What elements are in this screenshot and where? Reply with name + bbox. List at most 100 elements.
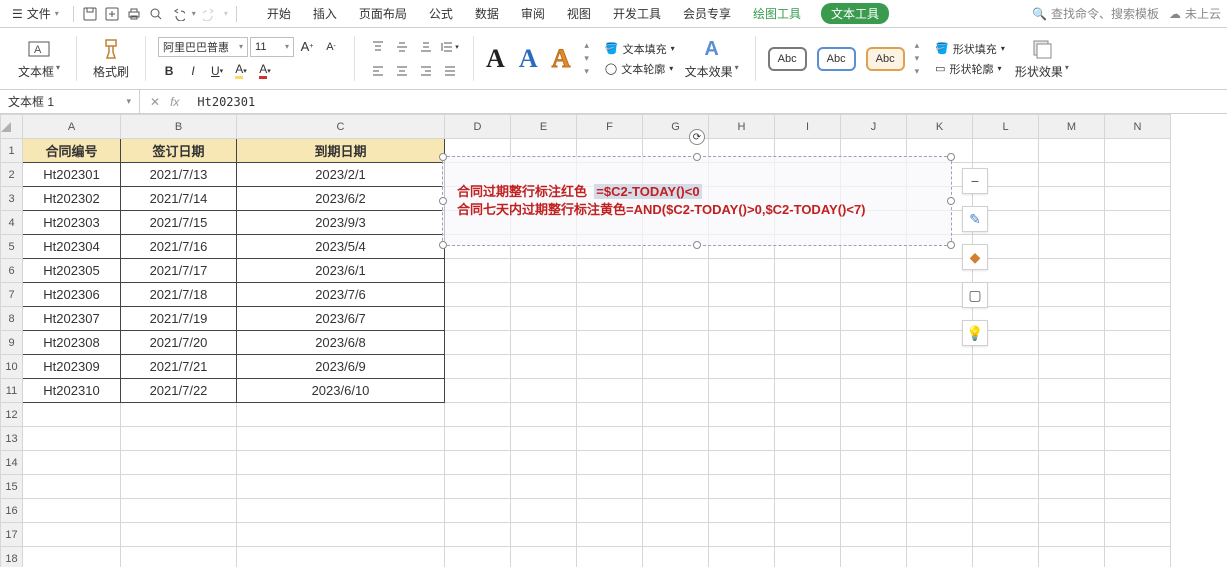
cell[interactable] [841, 307, 907, 331]
cell[interactable] [511, 307, 577, 331]
cell[interactable] [841, 403, 907, 427]
cell[interactable] [445, 307, 511, 331]
text-outline-button[interactable]: ◯文本轮廓▾ [605, 61, 675, 77]
undo-dropdown[interactable]: ▾ [192, 9, 196, 18]
fill-tool[interactable]: ◆ [962, 244, 988, 270]
minus-tool[interactable]: − [962, 168, 988, 194]
cell[interactable]: 2021/7/20 [121, 331, 237, 355]
cell[interactable] [775, 259, 841, 283]
column-header[interactable]: L [973, 115, 1039, 139]
tab-member[interactable]: 会员专享 [681, 3, 733, 24]
cell[interactable] [907, 379, 973, 403]
cell[interactable]: 2021/7/21 [121, 355, 237, 379]
cloud-status[interactable]: ☁ 未上云 [1169, 5, 1221, 22]
cell[interactable] [775, 379, 841, 403]
cancel-icon[interactable]: ✕ [150, 95, 160, 109]
tab-insert[interactable]: 插入 [311, 3, 339, 24]
shape-style-2[interactable]: Abc [817, 47, 856, 71]
column-header[interactable]: B [121, 115, 237, 139]
row-header[interactable]: 5 [1, 235, 23, 259]
row-header[interactable]: 8 [1, 307, 23, 331]
cell[interactable] [577, 331, 643, 355]
redo-icon[interactable] [202, 6, 218, 22]
cell[interactable] [1039, 475, 1105, 499]
cell[interactable] [577, 523, 643, 547]
cell[interactable] [709, 475, 775, 499]
redo-dropdown[interactable]: ▾ [224, 9, 228, 18]
cell[interactable] [775, 307, 841, 331]
cell[interactable] [577, 451, 643, 475]
cell[interactable] [775, 355, 841, 379]
cell[interactable] [237, 451, 445, 475]
cell[interactable] [907, 355, 973, 379]
cell[interactable] [1039, 547, 1105, 567]
cell[interactable] [709, 331, 775, 355]
tab-review[interactable]: 审阅 [519, 3, 547, 24]
cell[interactable]: 2021/7/22 [121, 379, 237, 403]
column-header[interactable]: K [907, 115, 973, 139]
row-header[interactable]: 14 [1, 451, 23, 475]
row-header[interactable]: 18 [1, 547, 23, 567]
print-icon[interactable] [126, 6, 142, 22]
cell[interactable] [907, 475, 973, 499]
cell[interactable] [1039, 499, 1105, 523]
column-header[interactable]: N [1105, 115, 1171, 139]
cell[interactable]: 2023/6/8 [237, 331, 445, 355]
cell[interactable] [775, 475, 841, 499]
cell[interactable] [23, 523, 121, 547]
cell[interactable] [237, 523, 445, 547]
cell[interactable] [1039, 427, 1105, 451]
cell[interactable] [577, 307, 643, 331]
fx-icon[interactable]: fx [170, 95, 179, 109]
tab-text-tools[interactable]: 文本工具 [821, 3, 889, 24]
cell[interactable] [445, 451, 511, 475]
row-header[interactable]: 9 [1, 331, 23, 355]
cell[interactable] [1105, 139, 1171, 163]
cell[interactable] [121, 451, 237, 475]
name-box[interactable]: 文本框 1 ▾ [0, 90, 140, 113]
cell[interactable]: 2021/7/15 [121, 211, 237, 235]
cell[interactable]: 2023/6/2 [237, 187, 445, 211]
search-box[interactable]: 🔍 查找命令、搜索模板 [1032, 5, 1159, 22]
cell[interactable]: Ht202310 [23, 379, 121, 403]
cell[interactable] [973, 451, 1039, 475]
row-header[interactable]: 17 [1, 523, 23, 547]
cell[interactable]: 到期日期 [237, 139, 445, 163]
cell[interactable] [841, 475, 907, 499]
tab-formula[interactable]: 公式 [427, 3, 455, 24]
row-header[interactable]: 7 [1, 283, 23, 307]
cell[interactable] [775, 331, 841, 355]
cell[interactable] [907, 451, 973, 475]
cell[interactable] [1105, 355, 1171, 379]
align-middle-icon[interactable] [391, 37, 413, 57]
cell[interactable] [445, 283, 511, 307]
cell[interactable] [23, 499, 121, 523]
wordart-style-1[interactable]: A [486, 44, 505, 74]
cell[interactable]: 2023/7/6 [237, 283, 445, 307]
cell[interactable]: Ht202304 [23, 235, 121, 259]
cell[interactable] [1039, 379, 1105, 403]
cell[interactable] [511, 547, 577, 567]
cell[interactable] [973, 523, 1039, 547]
resize-handle[interactable] [439, 153, 447, 161]
cell[interactable] [445, 331, 511, 355]
border-tool[interactable]: ▢ [962, 282, 988, 308]
tab-devtools[interactable]: 开发工具 [611, 3, 663, 24]
cell[interactable] [841, 355, 907, 379]
save-as-icon[interactable] [104, 6, 120, 22]
align-bottom-icon[interactable] [415, 37, 437, 57]
cell[interactable] [841, 499, 907, 523]
cell[interactable] [1105, 403, 1171, 427]
cell[interactable] [1105, 427, 1171, 451]
cell[interactable] [841, 379, 907, 403]
cell[interactable] [23, 403, 121, 427]
resize-handle[interactable] [947, 197, 955, 205]
rotate-handle[interactable]: ⟳ [689, 129, 705, 145]
cell[interactable] [511, 259, 577, 283]
cell[interactable] [643, 379, 709, 403]
column-header[interactable]: E [511, 115, 577, 139]
row-header[interactable]: 12 [1, 403, 23, 427]
cell[interactable] [973, 403, 1039, 427]
align-right-icon[interactable] [415, 61, 437, 81]
row-header[interactable]: 15 [1, 475, 23, 499]
